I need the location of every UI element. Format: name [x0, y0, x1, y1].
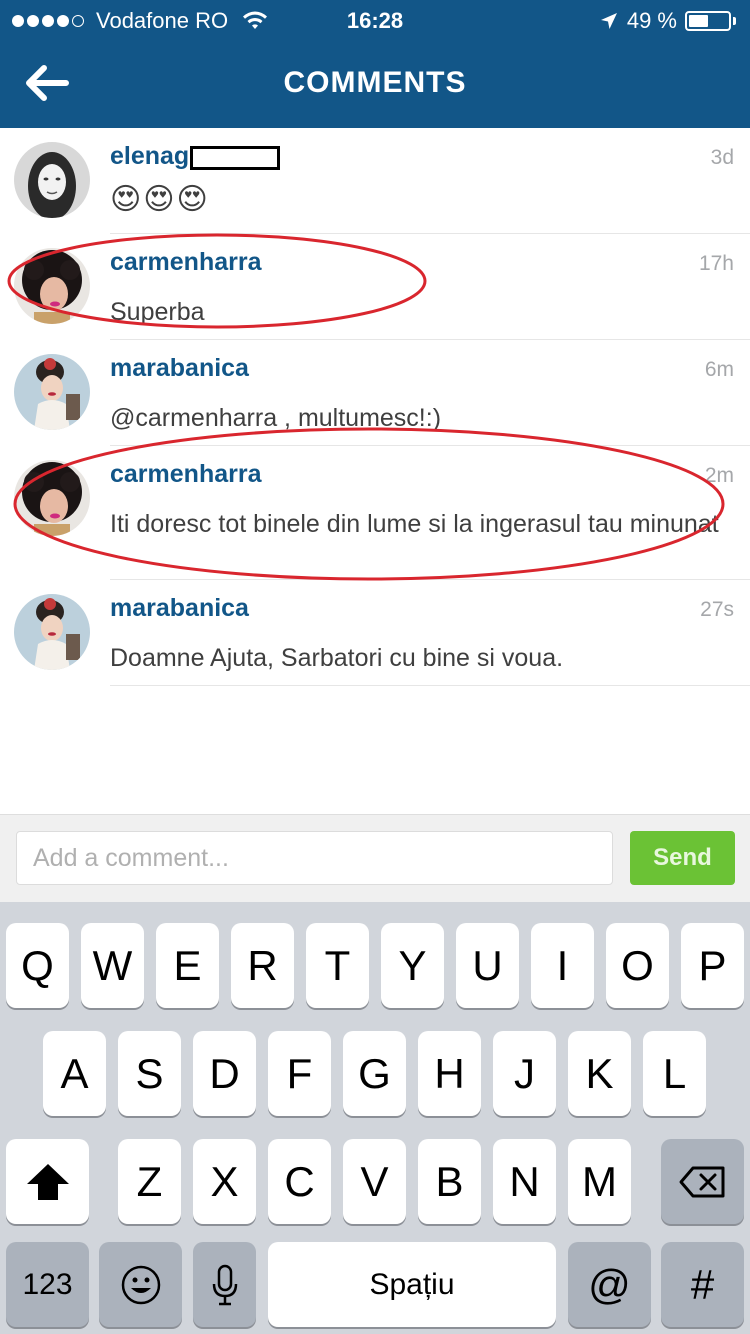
comment-time: 27s	[700, 598, 734, 621]
comment-time: 6m	[704, 358, 734, 381]
key-o[interactable]: O	[606, 923, 669, 1008]
avatar[interactable]	[14, 354, 90, 430]
key-y[interactable]: Y	[381, 923, 444, 1008]
key-i[interactable]: I	[531, 923, 594, 1008]
comment-item: marabanica 27s Doamne Ajuta, Sarbatori c…	[0, 580, 750, 686]
comments-list: elenag 3d 😍😍😍 carmenharra 17h Superba ma…	[0, 128, 750, 686]
header: Vodafone RO 16:28 49 % COMMENTS	[0, 0, 750, 128]
comment-time: 2m	[704, 464, 734, 487]
redaction-box	[190, 146, 280, 170]
key-d[interactable]: D	[193, 1031, 256, 1116]
emoji-icon	[121, 1265, 160, 1304]
backspace-key[interactable]	[661, 1139, 744, 1224]
key-n[interactable]: N	[493, 1139, 556, 1224]
shift-key[interactable]	[6, 1139, 89, 1224]
divider	[110, 685, 750, 686]
comment-text: Doamne Ajuta, Sarbatori cu bine si voua.	[110, 644, 564, 672]
avatar[interactable]	[14, 594, 90, 670]
username[interactable]: marabanica	[110, 354, 249, 383]
avatar[interactable]	[14, 460, 90, 536]
page-title: COMMENTS	[283, 66, 467, 99]
location-arrow-icon	[599, 11, 619, 31]
key-j[interactable]: J	[493, 1031, 556, 1116]
microphone-icon	[212, 1264, 237, 1305]
avatar[interactable]	[14, 142, 90, 218]
key-e[interactable]: E	[156, 923, 219, 1008]
microphone-key[interactable]	[193, 1242, 256, 1327]
battery-fill	[689, 15, 708, 27]
avatar[interactable]	[14, 248, 90, 324]
key-r[interactable]: R	[231, 923, 294, 1008]
comment-item: carmenharra 17h Superba	[0, 234, 750, 340]
key-g[interactable]: G	[343, 1031, 406, 1116]
key-s[interactable]: S	[118, 1031, 181, 1116]
emoji-key[interactable]	[99, 1242, 182, 1327]
space-key[interactable]: Spațiu	[268, 1242, 556, 1327]
username[interactable]: carmenharra	[110, 248, 261, 277]
comment-text: Superba	[110, 298, 205, 326]
username[interactable]: carmenharra	[110, 460, 261, 489]
key-x[interactable]: X	[193, 1139, 256, 1224]
comment-time: 17h	[698, 252, 734, 275]
key-k[interactable]: K	[568, 1031, 631, 1116]
comment-time: 3d	[710, 146, 734, 169]
username[interactable]: elenag	[110, 142, 189, 171]
comment-text: Iti doresc tot binele din lume si la ing…	[110, 510, 719, 538]
shift-icon	[26, 1163, 69, 1200]
key-z[interactable]: Z	[118, 1139, 181, 1224]
battery-icon	[685, 11, 731, 31]
comment-item: carmenharra 2m Iti doresc tot binele din…	[0, 446, 750, 580]
battery-percent: 49 %	[626, 8, 677, 33]
backspace-icon	[679, 1166, 724, 1197]
username[interactable]: marabanica	[110, 594, 249, 623]
key-m[interactable]: M	[568, 1139, 631, 1224]
key-f[interactable]: F	[268, 1031, 331, 1116]
status-right: 49 %	[599, 8, 736, 34]
battery-tip	[733, 17, 736, 25]
hash-key[interactable]: #	[661, 1242, 744, 1327]
comment-item: marabanica 6m @carmenharra , multumesc!:…	[0, 340, 750, 446]
comment-input[interactable]	[16, 831, 613, 885]
key-u[interactable]: U	[456, 923, 519, 1008]
key-b[interactable]: B	[418, 1139, 481, 1224]
status-bar: Vodafone RO 16:28 49 %	[0, 0, 750, 40]
key-v[interactable]: V	[343, 1139, 406, 1224]
at-key[interactable]: @	[568, 1242, 651, 1327]
key-c[interactable]: C	[268, 1139, 331, 1224]
key-w[interactable]: W	[81, 923, 144, 1008]
key-q[interactable]: Q	[6, 923, 69, 1008]
key-l[interactable]: L	[643, 1031, 706, 1116]
numbers-key[interactable]: 123	[6, 1242, 89, 1327]
key-t[interactable]: T	[306, 923, 369, 1008]
keyboard: Q W E R T Y U I O P A S D F G H J K L Z …	[0, 902, 750, 1334]
comment-text: @carmenharra , multumesc!:)	[110, 404, 442, 432]
key-p[interactable]: P	[681, 923, 744, 1008]
send-button[interactable]: Send	[630, 831, 735, 885]
comment-text: 😍😍😍	[110, 183, 210, 216]
key-a[interactable]: A	[43, 1031, 106, 1116]
key-h[interactable]: H	[418, 1031, 481, 1116]
comment-item: elenag 3d 😍😍😍	[0, 128, 750, 234]
comment-composer: Send	[0, 814, 750, 902]
